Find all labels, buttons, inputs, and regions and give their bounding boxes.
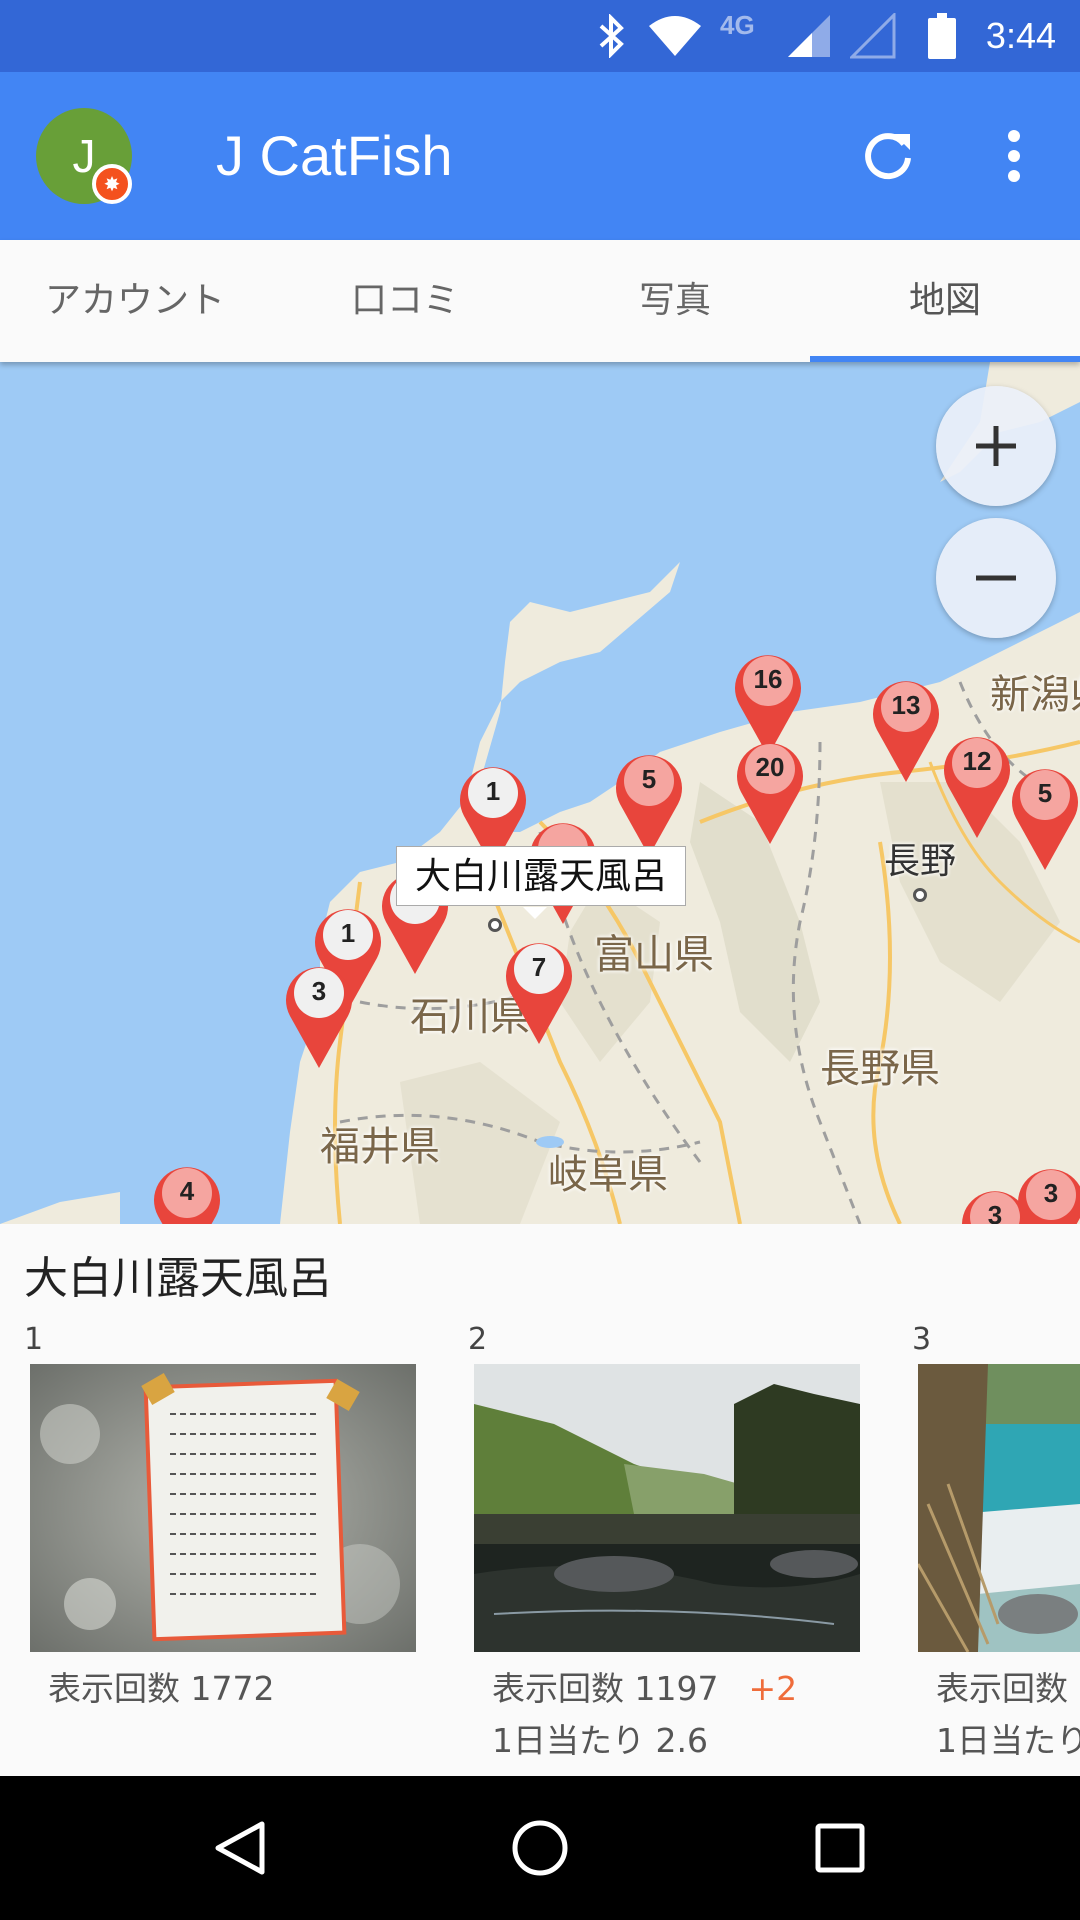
zoom-out-button[interactable] [936,518,1056,638]
home-icon[interactable] [490,1798,590,1898]
place-fukui: 福井県 [320,1124,440,1170]
per-day-count: 1日当たり 2.6 [492,1721,708,1760]
app-title: J CatFish [216,124,453,187]
map-pin[interactable]: 12 [940,730,1014,840]
photo-card[interactable]: 2 表示回数 1197 +2 1日当たり 2.6 [468,1316,868,1762]
bluetooth-icon [590,0,634,72]
photo-index: 2 [468,1322,488,1357]
map-pin[interactable]: 3 [282,960,356,1070]
cell-signal-icon-2 [848,0,898,72]
tab-photos[interactable]: 写真 [540,240,810,362]
photo-panel: 大白川露天風呂 1 表示回数 1772 2 表示回数 1197 +2 1日当たり… [0,1224,1080,1776]
tab-account[interactable]: アカウント [0,240,270,362]
place-gifu: 岐阜県 [548,1152,668,1198]
photo-thumbnail[interactable] [30,1364,416,1652]
plus-icon [976,426,1016,466]
more-vert-icon[interactable] [972,114,1056,198]
per-day-count: 1日当たり [936,1721,1080,1760]
minus-icon [976,575,1016,581]
photo-thumbnail[interactable] [474,1364,860,1652]
photo-card[interactable]: 3 表示回数 1日当たり [912,1316,1080,1762]
view-count: 表示回数 1197 +2 [492,1669,798,1708]
map-view[interactable]: 新潟県 長野 富山県 石川県 長野県 福井県 岐阜県 16 13 20 1 5 … [0,362,1080,1224]
map-pin[interactable]: 5 [1008,762,1080,872]
battery-icon [922,0,962,72]
status-bar: 4G 3:44 [0,0,1080,72]
tab-reviews[interactable]: 口コミ [270,240,540,362]
back-icon[interactable] [190,1798,290,1898]
navigation-bar [0,1776,1080,1920]
panel-title: 大白川露天風呂 [24,1253,332,1304]
place-niigata: 新潟県 [990,672,1080,718]
map-pin[interactable]: 5 [612,748,686,858]
cell-signal-icon [784,0,834,72]
place-toyama: 富山県 [594,932,714,978]
photo-thumbnail[interactable] [918,1364,1080,1652]
zoom-in-button[interactable] [936,386,1056,506]
map-pin[interactable]: 13 [869,674,943,784]
photo-card[interactable]: 1 表示回数 1772 [24,1316,424,1710]
photo-index: 1 [24,1322,44,1357]
clock: 3:44 [985,15,1056,56]
city-dot-kanazawa [488,918,502,932]
recents-icon[interactable] [790,1798,890,1898]
city-dot-nagano [913,888,927,902]
marker-info-window[interactable]: 大白川露天風呂 [396,846,687,919]
map-pin-selected[interactable]: 7 [502,936,576,1046]
tab-map[interactable]: 地図 [810,240,1080,362]
wifi-icon [645,0,705,72]
view-delta: +2 [748,1669,798,1708]
view-count: 表示回数 1772 [48,1669,275,1708]
tab-bar: アカウント 口コミ 写真 地図 [0,240,1080,362]
map-pin[interactable]: 4 [150,1160,224,1224]
map-pin[interactable]: 3 [1014,1162,1080,1224]
app-bar: J ✸ J CatFish [0,72,1080,240]
photo-index: 3 [912,1322,932,1357]
map-pin[interactable]: 20 [733,736,807,846]
place-nagano-pref: 長野県 [820,1046,940,1092]
view-count: 表示回数 [936,1669,1068,1708]
badge-icon: ✸ [92,164,132,204]
refresh-icon[interactable] [846,114,930,198]
map-base [0,362,1080,1224]
network-type: 4G [720,10,755,40]
